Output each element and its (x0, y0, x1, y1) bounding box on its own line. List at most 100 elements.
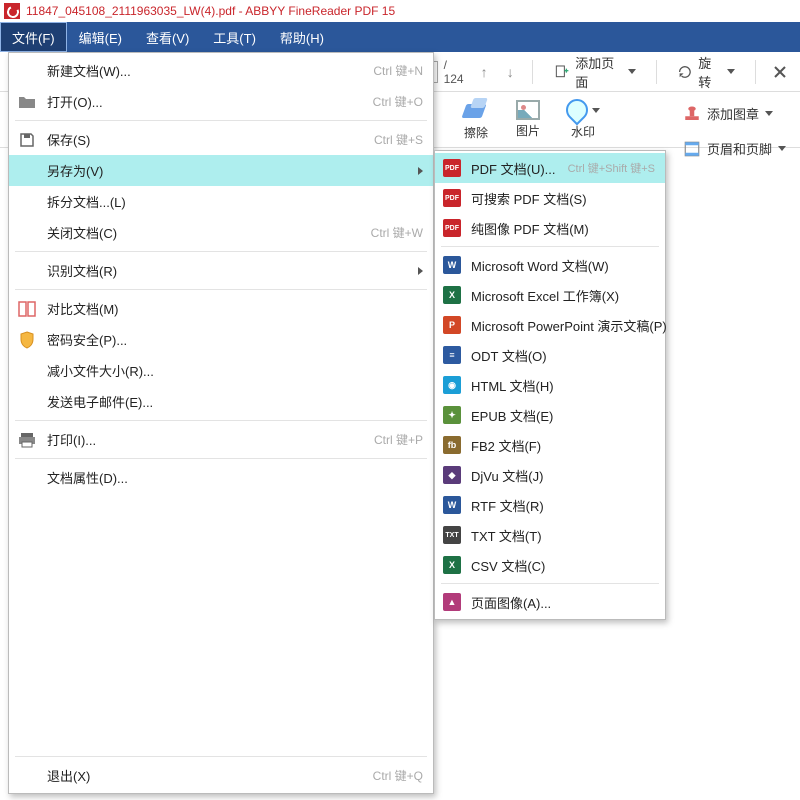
saveas-item[interactable]: W Microsoft Word 文档(W) (435, 250, 665, 280)
menu-file[interactable]: 文件(F) (0, 22, 67, 52)
print-icon (17, 430, 37, 450)
erase-tool[interactable]: 擦除 (452, 96, 500, 143)
saveas-item[interactable]: ◉HTML 文档(H) (435, 370, 665, 400)
page-up-button[interactable]: ↑ (474, 61, 494, 83)
menu-item-save-as[interactable]: 另存为(V) (9, 155, 433, 186)
menu-item-split[interactable]: 拆分文档...(L) (9, 186, 433, 217)
blank-icon (17, 766, 37, 786)
menu-item-save[interactable]: 保存(S) Ctrl 键+S (9, 124, 433, 155)
menu-separator (15, 120, 427, 121)
separator (755, 60, 756, 84)
header-footer-button[interactable]: 页眉和页脚 (675, 135, 794, 162)
window-title: 11847_045108_2111963035_LW(4).pdf - ABBY… (26, 4, 395, 18)
format-icon: PDF (443, 189, 461, 207)
saveas-item[interactable]: ▲ 页面图像(A)... (435, 587, 665, 617)
image-icon (516, 100, 540, 120)
saveas-item-label: Microsoft PowerPoint 演示文稿(P) (471, 316, 667, 335)
saveas-item[interactable]: fbFB2 文档(F) (435, 430, 665, 460)
saveas-item[interactable]: P Microsoft PowerPoint 演示文稿(P) (435, 310, 665, 340)
menu-help[interactable]: 帮助(H) (268, 22, 336, 52)
menu-separator (15, 289, 427, 290)
format-icon: W (443, 256, 461, 274)
menu-item-reduce[interactable]: 减小文件大小(R)... (9, 355, 433, 386)
file-menu-dropdown: 新建文档(W)... Ctrl 键+N 打开(O)... Ctrl 键+O 保存… (8, 52, 434, 794)
add-stamp-button[interactable]: 添加图章 (675, 100, 794, 127)
menu-tools[interactable]: 工具(T) (201, 22, 268, 52)
menu-item-exit[interactable]: 退出(X) Ctrl 键+Q (9, 760, 433, 791)
menu-item-recognize[interactable]: 识别文档(R) (9, 255, 433, 286)
folder-icon (17, 92, 37, 112)
format-icon: ✦ (443, 406, 461, 424)
saveas-item[interactable]: PDFPDF 文档(U)...Ctrl 键+Shift 键+S (435, 153, 665, 183)
saveas-item[interactable]: ◆DjVu 文档(J) (435, 460, 665, 490)
menu-bar: 文件(F) 编辑(E) 查看(V) 工具(T) 帮助(H) (0, 22, 800, 52)
chevron-down-icon (765, 111, 773, 116)
rotate-icon (677, 63, 693, 81)
menu-item-print[interactable]: 打印(I)... Ctrl 键+P (9, 424, 433, 455)
image-label: 图片 (516, 122, 540, 139)
menu-item-properties[interactable]: 文档属性(D)... (9, 462, 433, 493)
separator (532, 60, 533, 84)
blank-icon (17, 61, 37, 81)
saveas-item[interactable]: PDF纯图像 PDF 文档(M) (435, 213, 665, 243)
add-page-button[interactable]: 添加页面 (545, 49, 643, 95)
shield-icon (17, 330, 37, 350)
format-icon: ▲ (443, 593, 461, 611)
format-icon: W (443, 496, 461, 514)
submenu-arrow-icon (418, 267, 423, 275)
add-page-label: 添加页面 (575, 53, 621, 91)
saveas-item[interactable]: PDF 可搜索 PDF 文档(S) (435, 183, 665, 213)
format-icon: X (443, 556, 461, 574)
saveas-item-label: HTML 文档(H) (471, 376, 655, 395)
menu-item-open[interactable]: 打开(O)... Ctrl 键+O (9, 86, 433, 117)
format-icon: PDF (443, 219, 461, 237)
blank-icon (17, 261, 37, 281)
rotate-button[interactable]: 旋转 (669, 49, 744, 95)
saveas-item-label: 页面图像(A)... (471, 593, 655, 612)
saveas-item[interactable]: XCSV 文档(C) (435, 550, 665, 580)
menu-item-close[interactable]: 关闭文档(C) Ctrl 键+W (9, 217, 433, 248)
menu-separator (15, 251, 427, 252)
separator (656, 60, 657, 84)
format-icon: P (443, 316, 461, 334)
add-stamp-label: 添加图章 (707, 104, 759, 123)
format-icon: TXT (443, 526, 461, 544)
menu-item-security[interactable]: 密码安全(P)... (9, 324, 433, 355)
chevron-down-icon (592, 108, 600, 113)
shortcut-label: Ctrl 键+Shift 键+S (568, 160, 655, 176)
format-icon: ◆ (443, 466, 461, 484)
menu-separator (441, 246, 659, 247)
saveas-item[interactable]: XMicrosoft Excel 工作簿(X) (435, 280, 665, 310)
menu-item-send-email[interactable]: 发送电子邮件(E)... (9, 386, 433, 417)
saveas-item[interactable]: W RTF 文档(R) (435, 490, 665, 520)
saveas-item[interactable]: ✦EPUB 文档(E) (435, 400, 665, 430)
rotate-label: 旋转 (698, 53, 721, 91)
menu-edit[interactable]: 编辑(E) (67, 22, 134, 52)
menu-item-compare[interactable]: 对比文档(M) (9, 293, 433, 324)
submenu-arrow-icon (418, 167, 423, 175)
saveas-item-label: Microsoft Excel 工作簿(X) (471, 286, 655, 305)
page-down-button[interactable]: ↓ (500, 61, 520, 83)
blank-icon (17, 161, 37, 181)
right-tools: 添加图章 页眉和页脚 (675, 100, 794, 162)
saveas-item-label: 可搜索 PDF 文档(S) (471, 189, 655, 208)
saveas-item-label: Microsoft Word 文档(W) (471, 256, 655, 275)
watermark-tool[interactable]: 水印 (556, 97, 610, 142)
blank-icon (17, 192, 37, 212)
blank-icon (17, 468, 37, 488)
menu-view[interactable]: 查看(V) (134, 22, 201, 52)
chevron-down-icon (778, 146, 786, 151)
saveas-item[interactable]: TXTTXT 文档(T) (435, 520, 665, 550)
watermark-icon (561, 94, 592, 125)
menu-item-new[interactable]: 新建文档(W)... Ctrl 键+N (9, 55, 433, 86)
delete-button[interactable] (768, 60, 792, 84)
menu-separator (15, 756, 427, 757)
saveas-item[interactable]: ≡ODT 文档(O) (435, 340, 665, 370)
image-tool[interactable]: 图片 (506, 98, 550, 141)
saveas-item-label: RTF 文档(R) (471, 496, 655, 515)
menu-separator (15, 420, 427, 421)
format-icon: fb (443, 436, 461, 454)
blank-icon (17, 392, 37, 412)
header-footer-label: 页眉和页脚 (707, 139, 772, 158)
chevron-down-icon (727, 69, 735, 74)
